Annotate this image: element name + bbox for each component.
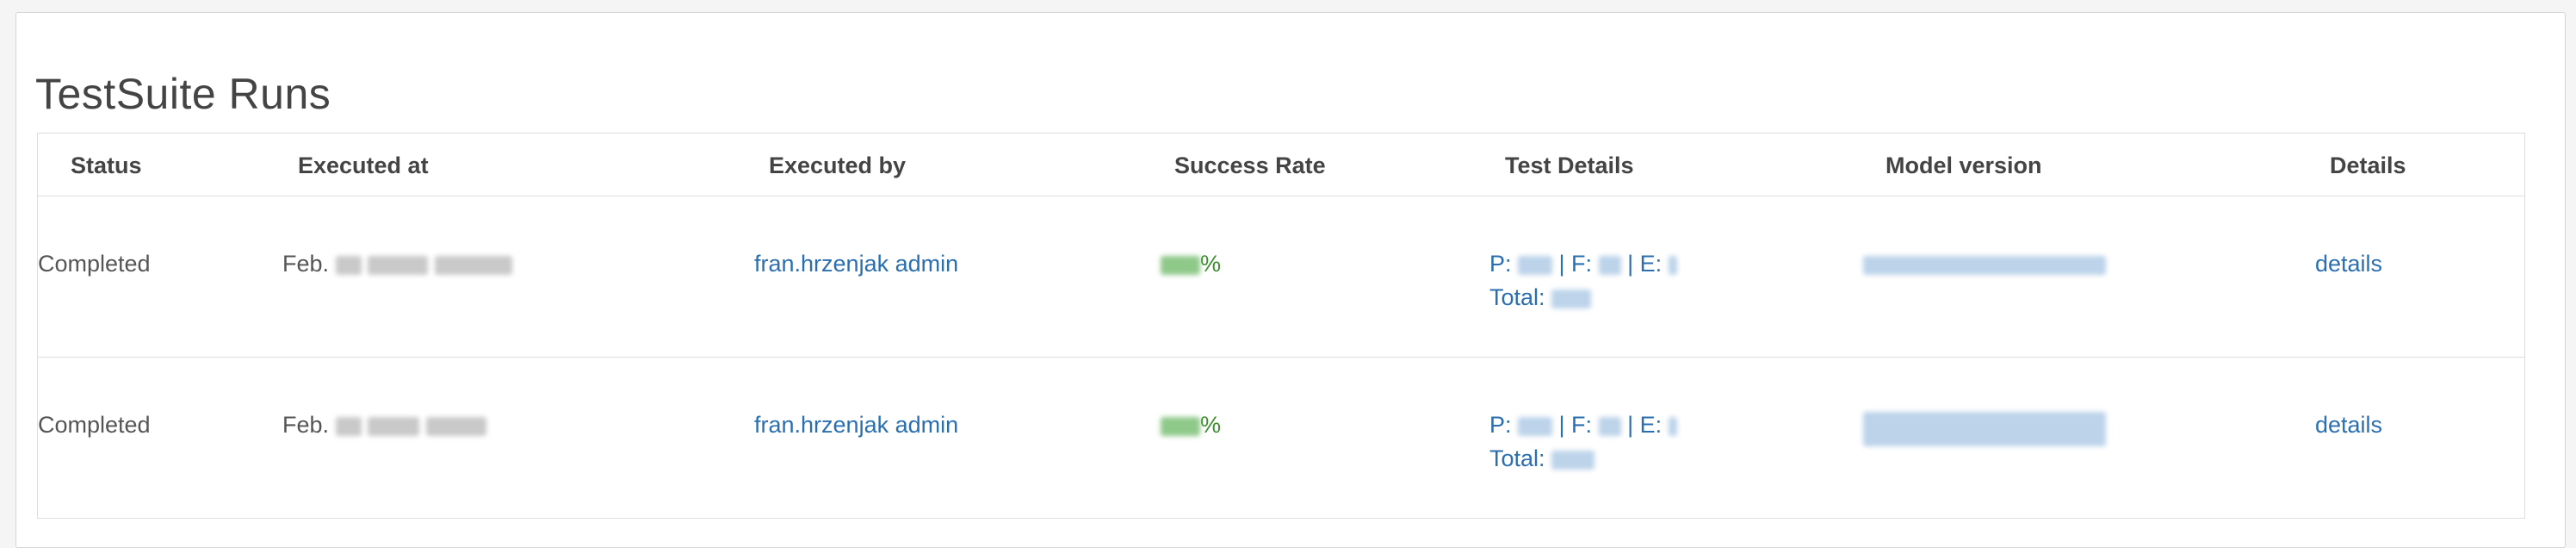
redacted-model-version xyxy=(1863,412,2106,446)
redacted-value xyxy=(1551,289,1592,308)
redacted-text xyxy=(434,255,512,275)
redacted-model-version xyxy=(1863,255,2106,275)
testsuite-runs-table: Status Executed at Executed by Success R… xyxy=(37,133,2525,519)
header-status[interactable]: Status xyxy=(71,153,142,179)
table-row: Completed Feb. fran.hrzenjak admin % P: … xyxy=(38,196,2524,358)
details-link[interactable]: details xyxy=(2315,251,2382,277)
redacted-value xyxy=(1551,450,1595,470)
success-rate-cell: % xyxy=(1161,251,1221,277)
redacted-value xyxy=(1598,416,1621,436)
redacted-text xyxy=(335,255,362,275)
redacted-value xyxy=(1668,416,1677,436)
header-executed-by[interactable]: Executed by xyxy=(769,153,906,179)
table-header-row: Status Executed at Executed by Success R… xyxy=(38,134,2524,196)
redacted-value xyxy=(1598,255,1621,275)
test-details-link[interactable]: P: | F: | E: Total: xyxy=(1489,412,1677,472)
table-row: Completed Feb. fran.hrzenjak admin % P: … xyxy=(38,358,2524,519)
redacted-value xyxy=(1518,416,1553,436)
redacted-value xyxy=(1668,255,1677,275)
redacted-text xyxy=(425,416,486,436)
header-executed-at[interactable]: Executed at xyxy=(298,153,429,179)
model-version-link[interactable] xyxy=(1863,251,2106,277)
test-details-link[interactable]: P: | F: | E: Total: xyxy=(1489,251,1677,311)
header-details: Details xyxy=(2330,153,2406,178)
redacted-value xyxy=(1161,416,1200,436)
details-link[interactable]: details xyxy=(2315,412,2382,439)
executed-at-month: Feb. xyxy=(282,251,330,277)
header-model-version[interactable]: Model version xyxy=(1886,153,2042,179)
executed-at-cell: Feb. xyxy=(282,251,512,277)
executed-by-link[interactable]: fran.hrzenjak admin xyxy=(754,251,958,277)
status-cell: Completed xyxy=(38,412,151,438)
redacted-text xyxy=(368,416,420,436)
header-success-rate[interactable]: Success Rate xyxy=(1174,153,1326,179)
status-cell: Completed xyxy=(38,251,151,277)
executed-at-cell: Feb. xyxy=(282,412,486,439)
redacted-value xyxy=(1518,255,1553,275)
header-test-details[interactable]: Test Details xyxy=(1505,153,1634,179)
redacted-text xyxy=(335,416,362,436)
executed-by-link[interactable]: fran.hrzenjak admin xyxy=(754,412,958,439)
executed-at-month: Feb. xyxy=(282,412,330,438)
page-title: TestSuite Runs xyxy=(35,70,331,118)
redacted-text xyxy=(368,255,429,275)
model-version-link[interactable] xyxy=(1863,412,2106,446)
redacted-value xyxy=(1161,255,1200,275)
success-rate-cell: % xyxy=(1161,412,1221,439)
